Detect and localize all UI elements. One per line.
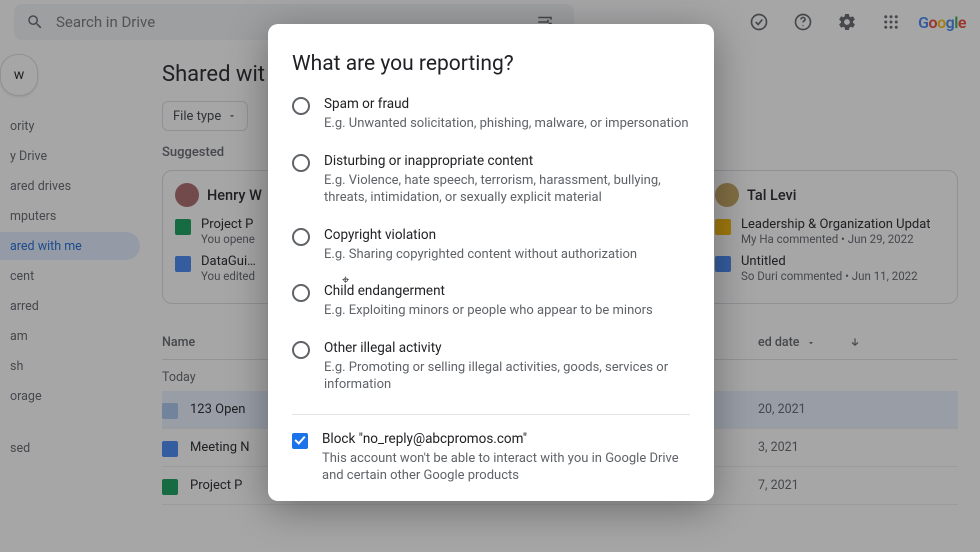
option-spam[interactable]: Spam or fraudE.g. Unwanted solicitation,… [292, 96, 690, 133]
report-dialog: What are you reporting? Spam or fraudE.g… [268, 24, 714, 501]
option-copyright[interactable]: Copyright violationE.g. Sharing copyrigh… [292, 227, 690, 264]
radio-icon [292, 154, 310, 172]
option-other-illegal[interactable]: Other illegal activityE.g. Promoting or … [292, 340, 690, 394]
radio-icon [292, 341, 310, 359]
option-inappropriate[interactable]: Disturbing or inappropriate contentE.g. … [292, 153, 690, 207]
block-sender-row[interactable]: Block "no_reply@abcpromos.com"This accou… [292, 431, 690, 485]
radio-icon [292, 97, 310, 115]
radio-icon [292, 228, 310, 246]
checkbox-checked-icon[interactable] [292, 433, 308, 449]
radio-icon [292, 284, 310, 302]
dialog-title: What are you reporting? [292, 52, 690, 76]
divider [292, 414, 690, 415]
option-child[interactable]: Child endangermentE.g. Exploiting minors… [292, 283, 690, 320]
